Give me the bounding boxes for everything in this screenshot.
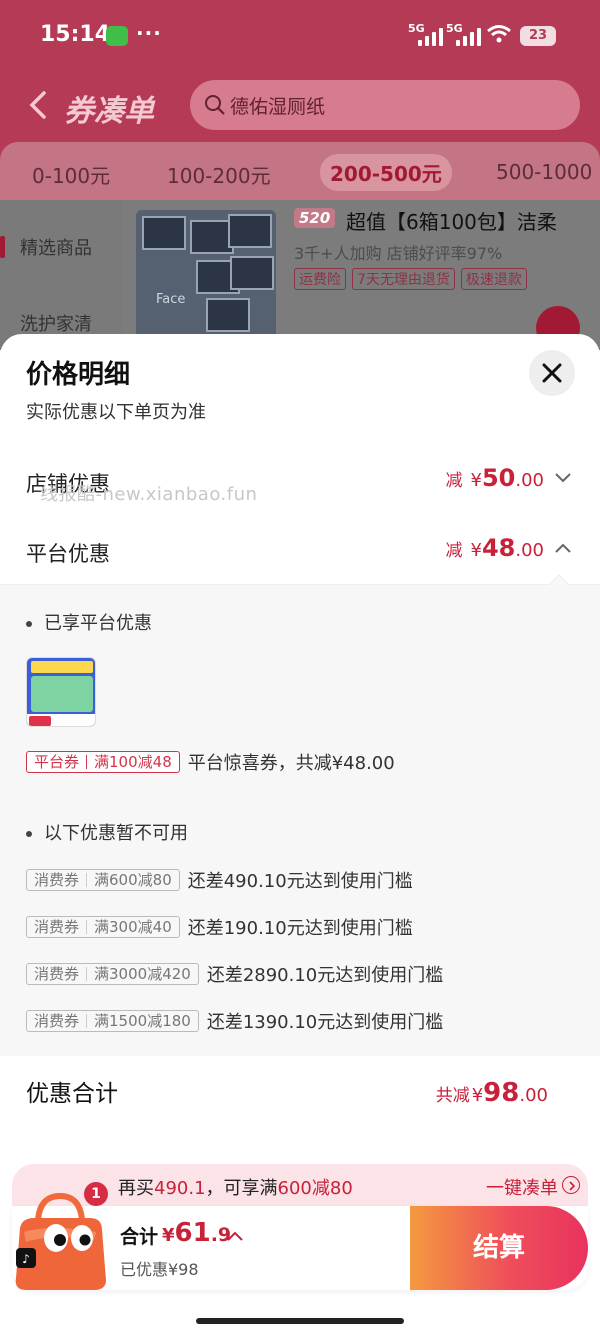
store-discount-amount: 减 ¥ 50 .00	[446, 464, 573, 492]
home-indicator[interactable]	[196, 1318, 404, 1324]
close-button[interactable]	[529, 350, 575, 396]
product-subtitle: 3千+人加购 店铺好评率97%	[294, 244, 503, 263]
badge-shipping-insurance: 运费险	[294, 268, 346, 290]
search-icon	[205, 95, 225, 115]
tab-0-100[interactable]: 0-100元	[32, 160, 110, 189]
side-category-nav: 精选商品 洗护家清	[0, 200, 122, 350]
chevron-up-icon[interactable]	[226, 1230, 244, 1242]
badge-7day-return: 7天无理由退货	[352, 268, 455, 290]
watermark-text: 线报酷-new.xianbao.fun	[40, 484, 258, 505]
discount-total-row: 优惠合计 共减 ¥ 98 .00	[0, 1056, 600, 1146]
checkout-button[interactable]: 结算	[410, 1206, 588, 1290]
back-icon[interactable]	[26, 90, 52, 120]
side-item-featured[interactable]: 精选商品	[0, 234, 92, 260]
cart-count-badge: 1	[84, 1182, 108, 1206]
unavailable-coupon: 消费券 满1500减180 还差1390.10元达到使用门槛	[26, 1008, 443, 1034]
unavailable-coupon-desc: 还差1390.10元达到使用门槛	[206, 1012, 444, 1033]
unavailable-coupon: 消费券 满3000减420 还差2890.10元达到使用门槛	[26, 961, 443, 987]
battery-icon: 23	[520, 26, 556, 46]
promo-520-badge: 520	[294, 208, 336, 228]
unavailable-coupon-desc: 还差490.10元达到使用门槛	[187, 871, 413, 892]
product-image-brand: Face	[156, 292, 186, 307]
price-range-tabs: 0-100元 100-200元 200-500元 500-1000	[0, 142, 600, 202]
tab-500-1000[interactable]: 500-1000	[496, 160, 592, 184]
status-time: 15:14	[40, 22, 111, 47]
tab-200-500[interactable]: 200-500元	[320, 154, 452, 191]
svg-text:♪: ♪	[22, 1252, 30, 1266]
total-price: ¥61.9	[162, 1218, 232, 1248]
search-bar[interactable]	[190, 80, 580, 130]
discount-total-label: 优惠合计	[26, 1081, 118, 1107]
sheet-subtitle: 实际优惠以下单页为准	[26, 402, 206, 423]
unavailable-coupon-desc: 还差2890.10元达到使用门槛	[206, 965, 444, 986]
nav-bar: 券凑单	[0, 76, 600, 136]
more-dots-icon: ···	[136, 21, 162, 45]
one-click-add-on-link[interactable]: 一键凑单	[486, 1174, 558, 1200]
consumer-coupon-chip: 消费券 满300减40	[26, 916, 180, 938]
add-on-promo-text: 再买490.1，可享满600减80	[118, 1178, 353, 1199]
unavailable-coupon: 消费券 满600减80 还差490.10元达到使用门槛	[26, 867, 413, 893]
product-title[interactable]: 超值【6箱100包】洁柔	[346, 206, 557, 235]
unavailable-coupon: 消费券 满300减40 还差190.10元达到使用门槛	[26, 914, 413, 940]
signal-icon-2	[456, 28, 481, 46]
platform-discount-row[interactable]: 平台优惠 减 ¥ 48 .00	[0, 530, 600, 580]
platform-discount-amount: 减 ¥ 48 .00	[446, 534, 573, 562]
product-image[interactable]: Face	[136, 210, 276, 340]
status-bar: 15:14 ··· 5G 5G 23	[0, 0, 600, 70]
wechat-icon	[106, 26, 128, 46]
platform-discount-details: 已享平台优惠 平台券 满100减48 平台惊喜券，共减¥48.00 以下优惠暂不可…	[0, 574, 600, 1056]
platform-coupon-chip: 平台券 满100减48	[26, 751, 180, 773]
chevron-right-icon[interactable]	[562, 1176, 580, 1194]
page-title: 券凑单	[64, 94, 154, 129]
applied-coupon: 平台券 满100减48 平台惊喜券，共减¥48.00	[26, 749, 395, 775]
unavailable-discount-heading: 以下优惠暂不可用	[26, 819, 188, 845]
signal-icon	[418, 28, 443, 46]
badge-fast-refund: 极速退款	[460, 268, 527, 290]
consumer-coupon-chip: 消费券 满1500减180	[26, 1010, 199, 1032]
sheet-title: 价格明细	[26, 360, 131, 390]
product-badges: 运费险 7天无理由退货 极速退款	[294, 268, 527, 290]
consumer-coupon-chip: 消费券 满600减80	[26, 869, 180, 891]
saved-amount: 已优惠¥98	[120, 1260, 199, 1279]
coupon-product-thumbnail	[26, 657, 96, 727]
enjoyed-discount-heading: 已享平台优惠	[26, 609, 152, 635]
close-icon	[542, 363, 562, 383]
unavailable-coupon-desc: 还差190.10元达到使用门槛	[187, 918, 413, 939]
applied-coupon-desc: 平台惊喜券，共减¥48.00	[187, 753, 395, 774]
wifi-icon	[487, 25, 511, 43]
chevron-down-icon	[555, 473, 571, 483]
tab-100-200[interactable]: 100-200元	[167, 160, 271, 189]
side-item-household[interactable]: 洗护家清	[20, 310, 92, 336]
search-input[interactable]	[230, 90, 560, 120]
platform-discount-label: 平台优惠	[26, 542, 110, 566]
total-label: 合计	[120, 1226, 159, 1248]
consumer-coupon-chip: 消费券 满3000减420	[26, 963, 199, 985]
chevron-up-icon	[555, 543, 571, 553]
discount-total-amount: 共减 ¥ 98 .00	[435, 1078, 548, 1108]
